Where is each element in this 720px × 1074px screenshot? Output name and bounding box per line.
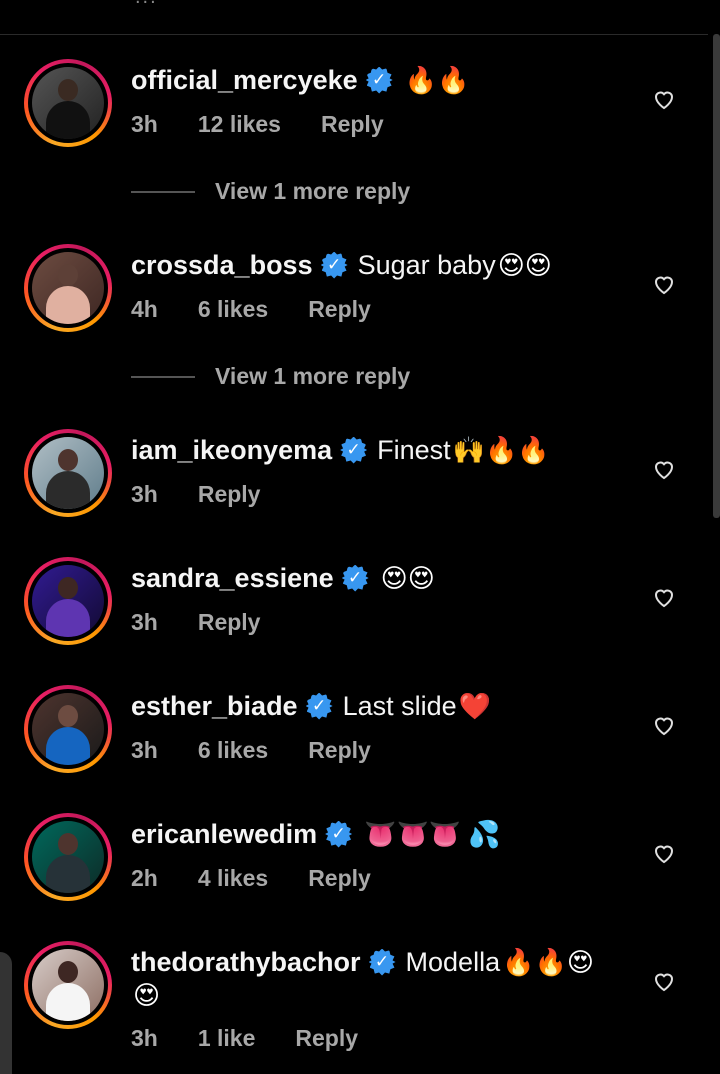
reply-button[interactable]: Reply bbox=[198, 481, 261, 508]
comment-time: 4h bbox=[131, 296, 158, 322]
comment-likes[interactable]: 6 likes bbox=[198, 296, 268, 323]
view-more-replies[interactable]: View 1 more reply bbox=[131, 363, 410, 390]
comment-time: 3h bbox=[131, 481, 158, 507]
reply-button[interactable]: Reply bbox=[295, 1025, 358, 1052]
avatar[interactable] bbox=[24, 557, 112, 645]
comment-username[interactable]: sandra_essiene bbox=[131, 562, 334, 594]
comment-time: 3h bbox=[131, 111, 158, 137]
comment-username[interactable]: thedorathybachor bbox=[131, 946, 361, 978]
comment-text: Sugar baby bbox=[357, 250, 496, 280]
comments-page: ... official_mercyeke ✓ 🔥🔥 3h 12 likes R… bbox=[0, 0, 720, 1074]
verified-badge-icon: ✓ bbox=[365, 66, 393, 94]
truncated-indicator: ... bbox=[135, 0, 158, 9]
verified-badge-icon: ✓ bbox=[325, 820, 353, 848]
verified-badge-icon: ✓ bbox=[340, 436, 368, 464]
comment-emoji: 😍😍 bbox=[380, 563, 435, 593]
comment-text: Last slide bbox=[342, 691, 457, 721]
verified-badge-icon: ✓ bbox=[368, 948, 396, 976]
heart-outline-icon[interactable] bbox=[652, 272, 676, 296]
comment-username[interactable]: official_mercyeke bbox=[131, 64, 358, 96]
heart-outline-icon[interactable] bbox=[652, 713, 676, 737]
divider bbox=[0, 34, 708, 35]
avatar[interactable] bbox=[24, 685, 112, 773]
heart-outline-icon[interactable] bbox=[652, 969, 676, 993]
comment-likes[interactable]: 12 likes bbox=[198, 111, 281, 138]
comment-emoji: 😍😍 bbox=[497, 250, 552, 280]
heart-outline-icon[interactable] bbox=[652, 841, 676, 865]
reply-button[interactable]: Reply bbox=[308, 296, 371, 323]
edge-panel-handle[interactable] bbox=[0, 952, 12, 1074]
comment-time: 3h bbox=[131, 737, 158, 763]
heart-outline-icon[interactable] bbox=[652, 87, 676, 111]
comment-emoji: ❤️ bbox=[458, 691, 492, 721]
verified-badge-icon: ✓ bbox=[305, 692, 333, 720]
reply-button[interactable]: Reply bbox=[321, 111, 384, 138]
avatar[interactable] bbox=[24, 59, 112, 147]
comment-likes[interactable]: 4 likes bbox=[198, 865, 268, 892]
reply-button[interactable]: Reply bbox=[308, 737, 371, 764]
comment-username[interactable]: esther_biade bbox=[131, 690, 298, 722]
comment-time: 3h bbox=[131, 1025, 158, 1051]
reply-button[interactable]: Reply bbox=[308, 865, 371, 892]
comment-emoji: 🔥🔥 bbox=[404, 65, 470, 95]
comment-emoji: 👅👅👅 💦 bbox=[364, 819, 501, 849]
heart-outline-icon[interactable] bbox=[652, 457, 676, 481]
verified-badge-icon: ✓ bbox=[341, 564, 369, 592]
comment-time: 2h bbox=[131, 865, 158, 891]
comment-emoji: 🔥🔥😍 bbox=[502, 947, 594, 977]
comment-username[interactable]: ericanlewedim bbox=[131, 818, 317, 850]
verified-badge-icon: ✓ bbox=[320, 251, 348, 279]
comment-username[interactable]: crossda_boss bbox=[131, 249, 313, 281]
avatar[interactable] bbox=[24, 813, 112, 901]
comment-username[interactable]: iam_ikeonyema bbox=[131, 434, 332, 466]
comment-emoji: 🙌🔥🔥 bbox=[452, 435, 550, 465]
comment-likes[interactable]: 6 likes bbox=[198, 737, 268, 764]
comment-likes[interactable]: 1 like bbox=[198, 1025, 256, 1052]
scrollbar[interactable] bbox=[713, 34, 720, 518]
avatar[interactable] bbox=[24, 941, 112, 1029]
avatar[interactable] bbox=[24, 429, 112, 517]
comment-text: Modella bbox=[405, 947, 501, 977]
avatar[interactable] bbox=[24, 244, 112, 332]
comment-text: Finest bbox=[377, 435, 451, 465]
heart-outline-icon[interactable] bbox=[652, 585, 676, 609]
comment-emoji-continued: 😍 bbox=[133, 980, 161, 1010]
comment-time: 3h bbox=[131, 609, 158, 635]
reply-button[interactable]: Reply bbox=[198, 609, 261, 636]
view-more-replies[interactable]: View 1 more reply bbox=[131, 178, 410, 205]
